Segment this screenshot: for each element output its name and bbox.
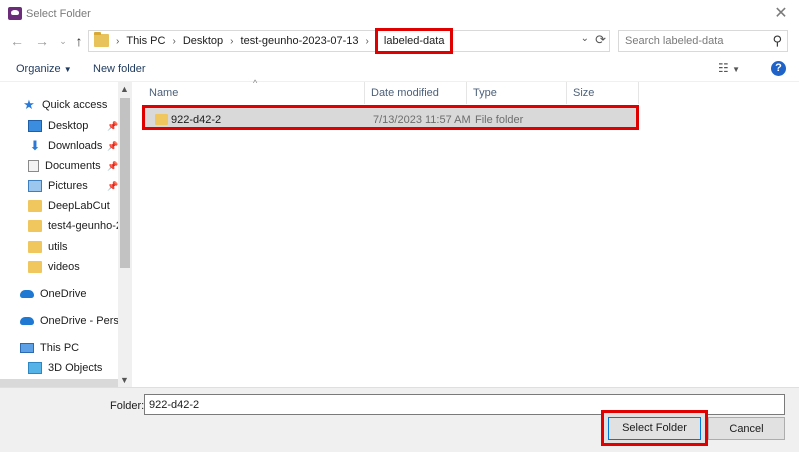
navigation-row: ← → ⌄ ↑ › This PC › Desktop › test-geunh… (0, 28, 799, 56)
pin-icon[interactable]: 📌 (107, 181, 118, 192)
chevron-down-icon: ▼ (63, 65, 72, 74)
search-icon[interactable]: ⚲ (772, 33, 782, 49)
sidebar-item-label: DeepLabCut (48, 200, 110, 212)
sidebar-item-label: Desktop (48, 120, 89, 132)
file-name: 922-d42-2 (171, 114, 222, 126)
search-input[interactable]: Search labeled-data ⚲ (618, 30, 788, 52)
column-header-size[interactable]: Size (567, 82, 639, 104)
close-icon[interactable]: ✕ (771, 4, 791, 24)
breadcrumb-labeled-data[interactable]: labeled-data (374, 28, 454, 54)
breadcrumb-separator-icon[interactable]: › (112, 36, 123, 47)
sidebar-item-label: OneDrive (40, 288, 87, 300)
folder-icon (28, 200, 42, 212)
sidebar-item-this-pc[interactable]: This PC (20, 339, 79, 357)
sidebar-item-utils[interactable]: utils (28, 238, 68, 256)
sidebar-item-deeplabcut[interactable]: DeepLabCut (28, 197, 110, 215)
partially-visible-item (0, 379, 118, 387)
download-arrow-icon: ⬇ (29, 138, 41, 153)
scrollbar-thumb[interactable] (120, 98, 130, 268)
breadcrumb-separator-icon[interactable]: › (226, 36, 237, 47)
help-icon[interactable]: ? (771, 61, 786, 76)
command-toolbar: Organize ▼ New folder ☷ ▼ ? (0, 56, 799, 82)
folder-icon (28, 261, 42, 273)
sidebar-item-documents[interactable]: Documents (28, 157, 101, 175)
back-arrow-icon[interactable]: ← (8, 32, 26, 50)
sidebar-scrollbar[interactable]: ▲ ▼ (118, 82, 132, 387)
sidebar-item-label: This PC (40, 342, 80, 354)
breadcrumb-this-pc[interactable]: This PC (123, 35, 168, 47)
file-type: File folder (475, 114, 524, 126)
sidebar-item-label: videos (48, 261, 80, 273)
chevron-down-icon[interactable]: ⌄ (581, 33, 589, 44)
sidebar-item-label: Quick access (42, 99, 108, 111)
column-header-date[interactable]: Date modified (365, 82, 467, 104)
star-icon: ★ (23, 97, 35, 112)
pin-icon[interactable]: 📌 (107, 121, 118, 132)
computer-icon (20, 343, 34, 353)
dialog-footer: Folder: Select Folder Cancel (0, 387, 799, 452)
sidebar-item-label: Downloads (48, 140, 103, 152)
sidebar-item-pictures[interactable]: Pictures (28, 177, 88, 195)
sidebar-item-onedrive-personal[interactable]: OneDrive - Person (20, 312, 131, 330)
folder-icon (28, 241, 42, 253)
sidebar-item-desktop[interactable]: Desktop (28, 117, 88, 135)
sidebar-item-downloads[interactable]: ⬇ Downloads (28, 137, 103, 155)
sidebar-item-onedrive[interactable]: OneDrive (20, 285, 86, 303)
cube-icon (28, 362, 42, 374)
cloud-icon (20, 290, 34, 298)
cloud-icon (20, 317, 34, 325)
organize-label: Organize (16, 63, 61, 75)
sidebar-item-label: utils (48, 241, 68, 253)
refresh-icon[interactable]: ⟳ (595, 32, 606, 48)
window-title: Select Folder (26, 8, 91, 20)
title-bar: Select Folder ✕ (0, 0, 799, 28)
address-bar[interactable]: › This PC › Desktop › test-geunho-2023-0… (88, 28, 610, 54)
view-options-icon[interactable]: ☷ ▼ (718, 61, 740, 75)
sidebar-item-label: Pictures (48, 180, 88, 192)
sidebar-item-3d-objects[interactable]: 3D Objects (28, 359, 102, 377)
breadcrumb-separator-icon[interactable]: › (362, 36, 373, 47)
folder-icon (94, 32, 109, 47)
sidebar-item-label: Documents (45, 160, 101, 172)
folder-icon (28, 220, 42, 232)
cancel-button[interactable]: Cancel (708, 417, 785, 440)
sidebar-item-label: test4-geunho-20 (48, 220, 129, 232)
sidebar-item-label: 3D Objects (48, 362, 103, 374)
file-list: ^ Name Date modified Type Size 922-d42-2… (133, 78, 799, 387)
column-header-type[interactable]: Type (467, 82, 567, 104)
new-folder-button[interactable]: New folder (93, 63, 146, 75)
table-row[interactable]: 922-d42-2 7/13/2023 11:57 AM File folder (142, 105, 639, 130)
scroll-down-icon[interactable]: ▼ (120, 375, 129, 385)
up-arrow-icon[interactable]: ↑ (70, 32, 88, 50)
folder-label: Folder: (110, 400, 145, 412)
sidebar-item-test4-geunho[interactable]: test4-geunho-20 (28, 217, 128, 235)
search-placeholder: Search labeled-data (625, 35, 724, 47)
select-folder-label: Select Folder (608, 416, 701, 440)
organize-button[interactable]: Organize ▼ (16, 63, 72, 75)
pictures-icon (28, 180, 42, 192)
breadcrumb: › This PC › Desktop › test-geunho-2023-0… (112, 28, 454, 54)
file-date: 7/13/2023 11:57 AM (373, 114, 471, 126)
document-icon (28, 160, 39, 172)
select-folder-button[interactable]: Select Folder (601, 410, 708, 446)
chevron-down-icon: ▼ (732, 65, 741, 74)
navigation-pane: ★ Quick access Desktop 📌 ⬇ Downloads 📌 D… (0, 82, 132, 387)
sidebar-item-quick-access[interactable]: ★ Quick access (22, 96, 107, 114)
pin-icon[interactable]: 📌 (107, 161, 118, 172)
pin-icon[interactable]: 📌 (107, 141, 118, 152)
sidebar-item-videos[interactable]: videos (28, 258, 80, 276)
forward-arrow-icon[interactable]: → (33, 32, 51, 50)
desktop-icon (28, 120, 42, 132)
app-icon (8, 7, 22, 20)
folder-icon (155, 114, 168, 125)
breadcrumb-test-geunho[interactable]: test-geunho-2023-07-13 (238, 35, 362, 47)
scroll-up-icon[interactable]: ▲ (120, 84, 129, 94)
column-header-name[interactable]: Name (143, 82, 365, 104)
breadcrumb-separator-icon[interactable]: › (168, 36, 179, 47)
breadcrumb-desktop[interactable]: Desktop (180, 35, 226, 47)
